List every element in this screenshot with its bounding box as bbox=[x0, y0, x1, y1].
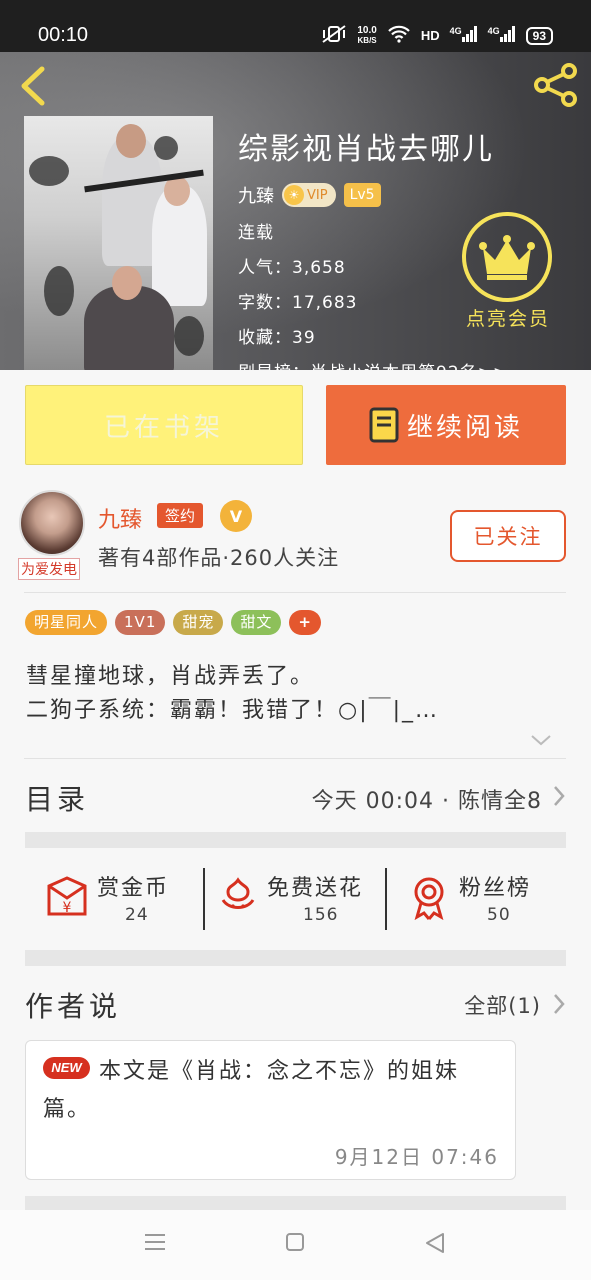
back-button[interactable] bbox=[16, 66, 50, 106]
vip-member-button[interactable] bbox=[462, 212, 552, 302]
net-speed-unit: KB/S bbox=[357, 35, 377, 45]
book-icon bbox=[369, 407, 399, 443]
vip-member-label[interactable]: 点亮会员 bbox=[466, 304, 550, 331]
gold-coin-value: 24 bbox=[125, 905, 149, 925]
medal-icon bbox=[414, 877, 444, 920]
status-icons: 10.0 KB/S HD 4G 4G 93 bbox=[321, 24, 553, 47]
book-summary[interactable]: 彗星撞地球，肖战弄丢了。 二狗子系统：霸霸！我错了！○|￣|_… bbox=[26, 660, 439, 728]
sun-icon: ☀ bbox=[284, 185, 304, 205]
book-cover-image[interactable] bbox=[24, 116, 213, 370]
new-badge: NEW bbox=[43, 1057, 90, 1079]
add-tag-button[interactable]: + bbox=[289, 610, 321, 635]
book-author-row: 九臻 ☀ VIP Lv5 bbox=[238, 182, 508, 208]
section-separator bbox=[25, 950, 566, 966]
avatar-tag: 为爱发电 bbox=[18, 558, 80, 580]
latest-chapter: 今天 00:04 · 陈情全8 bbox=[311, 789, 542, 814]
fan-ranking[interactable]: 粉丝榜 50 bbox=[387, 858, 566, 946]
tag-item[interactable]: 明星同人 bbox=[25, 610, 108, 635]
flower-icon bbox=[221, 877, 255, 909]
share-button[interactable] bbox=[533, 62, 579, 108]
book-ranking-link[interactable]: 剧星榜：肖战小说本周第92名>> bbox=[238, 358, 508, 370]
tag-list: 明星同人 1V1 甜宠 甜文 + bbox=[25, 610, 321, 635]
crown-icon bbox=[479, 235, 535, 280]
author-stats: 著有4部作品·260人关注 bbox=[98, 546, 340, 570]
author-avatar[interactable] bbox=[19, 490, 85, 556]
fan-ranking-value: 50 bbox=[487, 905, 511, 925]
free-flower-label: 免费送花 bbox=[267, 876, 364, 901]
tag-item[interactable]: 甜文 bbox=[231, 610, 282, 635]
divider bbox=[24, 758, 566, 759]
back-triangle-icon[interactable] bbox=[424, 1232, 446, 1254]
mute-vibrate-icon bbox=[321, 24, 347, 47]
signal-label-1: 4G bbox=[449, 26, 462, 36]
signal-label-2: 4G bbox=[487, 26, 500, 36]
gold-coin-label: 赏金币 bbox=[97, 876, 170, 901]
signal-4g-1: 4G bbox=[450, 26, 478, 45]
wifi-icon bbox=[387, 25, 411, 46]
red-envelope-icon: ¥ bbox=[47, 876, 87, 916]
menu-icon[interactable] bbox=[144, 1232, 166, 1252]
on-shelf-button[interactable]: 已在书架 bbox=[25, 385, 303, 465]
book-title: 综影视肖战去哪儿 bbox=[238, 132, 494, 167]
home-square-icon[interactable] bbox=[285, 1232, 305, 1252]
chevron-down-icon bbox=[531, 735, 551, 746]
system-nav-bar bbox=[0, 1210, 591, 1280]
back-arrow-icon bbox=[21, 66, 45, 106]
verified-badge: V bbox=[220, 500, 252, 532]
net-speed: 10.0 KB/S bbox=[357, 24, 377, 46]
section-separator bbox=[25, 832, 566, 848]
summary-line: 二狗子系统：霸霸！我错了！○|￣|_… bbox=[26, 698, 440, 723]
stats-row: ¥ 赏金币 24 免费送花 156 粉丝榜 50 bbox=[25, 858, 566, 946]
book-author[interactable]: 九臻 bbox=[238, 182, 274, 208]
continue-reading-button[interactable]: 继续阅读 bbox=[326, 385, 566, 465]
status-time: 00:10 bbox=[38, 24, 89, 46]
chevron-right-icon bbox=[554, 786, 565, 806]
svg-text:¥: ¥ bbox=[63, 900, 72, 916]
status-bar: 00:10 10.0 KB/S HD 4G 4G 93 bbox=[0, 0, 591, 52]
vip-label: VIP bbox=[307, 187, 328, 203]
tag-item[interactable]: 甜宠 bbox=[173, 610, 224, 635]
battery-indicator: 93 bbox=[525, 26, 553, 45]
divider bbox=[24, 592, 566, 593]
chevron-right-icon[interactable] bbox=[552, 992, 566, 1016]
share-icon bbox=[534, 63, 577, 107]
author-says-title: 作者说 bbox=[25, 990, 122, 1023]
expand-summary-button[interactable] bbox=[530, 732, 552, 751]
author-note-text: 本文是《肖战：念之不忘》的姐妹篇。 bbox=[43, 1059, 460, 1122]
continue-reading-label: 继续阅读 bbox=[406, 412, 523, 443]
catalog-row[interactable]: 目录 今天 00:04 · 陈情全8 bbox=[25, 772, 566, 820]
author-note-time: 9月12日 07:46 bbox=[334, 1145, 499, 1169]
signed-badge: 签约 bbox=[157, 503, 204, 528]
summary-line: 彗星撞地球，肖战弄丢了。 bbox=[26, 664, 315, 689]
signal-4g-2: 4G bbox=[488, 26, 516, 45]
author-name[interactable]: 九臻 bbox=[98, 502, 142, 534]
fan-ranking-label: 粉丝榜 bbox=[459, 876, 532, 901]
gold-coin-reward[interactable]: ¥ 赏金币 24 bbox=[25, 858, 203, 946]
book-header: 综影视肖战去哪儿 九臻 ☀ VIP Lv5 连载 人气：3,658 字数：17,6… bbox=[0, 52, 591, 370]
follow-button[interactable]: 已关注 bbox=[450, 510, 566, 562]
net-speed-value: 10.0 bbox=[357, 24, 377, 36]
vip-badge: ☀ VIP bbox=[282, 183, 336, 207]
catalog-label: 目录 bbox=[25, 783, 90, 816]
section-separator bbox=[25, 1196, 566, 1210]
level-badge: Lv5 bbox=[343, 183, 381, 207]
author-note-card[interactable]: 本文是《肖战：念之不忘》的姐妹篇。 NEW 9月12日 07:46 bbox=[25, 1040, 516, 1180]
author-says-all-link[interactable]: 全部(1) bbox=[464, 990, 541, 1020]
free-flower-gift[interactable]: 免费送花 156 bbox=[205, 858, 385, 946]
free-flower-value: 156 bbox=[303, 905, 339, 925]
tag-item[interactable]: 1V1 bbox=[115, 610, 166, 635]
hd-indicator: HD bbox=[420, 28, 440, 43]
